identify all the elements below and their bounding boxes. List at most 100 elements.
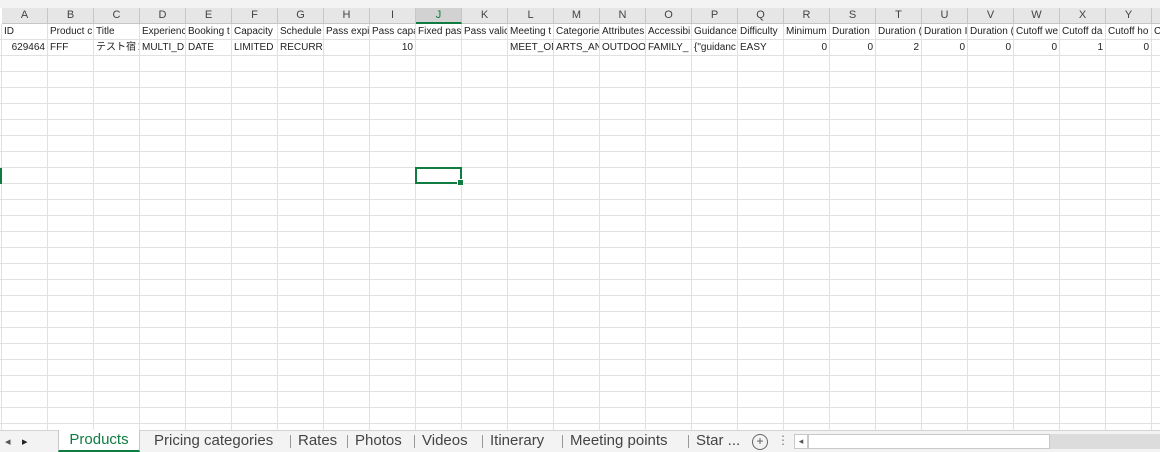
cell-s1[interactable]: Duration bbox=[830, 24, 876, 40]
cell-t1[interactable]: Duration ( bbox=[876, 24, 922, 40]
cell-a2[interactable]: 629464 bbox=[2, 40, 48, 56]
add-sheet-plus-icon[interactable]: + bbox=[752, 434, 768, 450]
cell-o2[interactable]: FAMILY_ bbox=[646, 40, 692, 56]
sheet-tab-itinerary[interactable]: Itinerary bbox=[483, 431, 562, 452]
sheet-tab-pricing-categories[interactable]: Pricing categories bbox=[147, 431, 289, 452]
cell-e1[interactable]: Booking t bbox=[186, 24, 232, 40]
column-header-q[interactable]: Q bbox=[738, 8, 784, 24]
column-header-a[interactable]: A bbox=[2, 8, 48, 24]
column-header-c[interactable]: C bbox=[94, 8, 140, 24]
cell-e2[interactable]: DATE bbox=[186, 40, 232, 56]
column-header-m[interactable]: M bbox=[554, 8, 600, 24]
toolbar-edge bbox=[0, 0, 1160, 8]
column-header-l[interactable]: L bbox=[508, 8, 554, 24]
column-gridline bbox=[1, 24, 2, 430]
cell-v2[interactable]: 0 bbox=[968, 40, 1014, 56]
column-header-k[interactable]: K bbox=[462, 8, 508, 24]
cell-p1[interactable]: Guidance bbox=[692, 24, 738, 40]
cell-l1[interactable]: Meeting t bbox=[508, 24, 554, 40]
column-header-g[interactable]: G bbox=[278, 8, 324, 24]
cell-a1[interactable]: ID bbox=[2, 24, 48, 40]
row-gridline bbox=[0, 359, 1160, 360]
cell-f1[interactable]: Capacity bbox=[232, 24, 278, 40]
cell-n2[interactable]: OUTDOOR, bbox=[600, 40, 646, 56]
more-options-icon[interactable]: ⋮ bbox=[777, 433, 789, 447]
cell-q2[interactable]: EASY bbox=[738, 40, 784, 56]
cell-u1[interactable]: Duration I bbox=[922, 24, 968, 40]
column-header-b[interactable]: B bbox=[48, 8, 94, 24]
column-header-d[interactable]: D bbox=[140, 8, 186, 24]
column-header-n[interactable]: N bbox=[600, 8, 646, 24]
horizontal-scrollbar[interactable] bbox=[808, 434, 1050, 449]
cell-u2[interactable]: 0 bbox=[922, 40, 968, 56]
column-header-r[interactable]: R bbox=[784, 8, 830, 24]
sheet-tab-star[interactable]: Star ... bbox=[689, 431, 756, 452]
prev-sheet-arrow-icon[interactable]: ◂ bbox=[5, 435, 11, 448]
cell-n1[interactable]: Attributes bbox=[600, 24, 646, 40]
cell-c2[interactable]: テスト宿２ bbox=[94, 40, 140, 56]
column-header-s[interactable]: S bbox=[830, 8, 876, 24]
active-cell[interactable] bbox=[415, 167, 464, 186]
sheet-tab-photos[interactable]: Photos bbox=[348, 431, 413, 452]
column-header-o[interactable]: O bbox=[646, 8, 692, 24]
cell-b1[interactable]: Product c bbox=[48, 24, 94, 40]
cell-s2[interactable]: 0 bbox=[830, 40, 876, 56]
column-header-y[interactable]: Y bbox=[1106, 8, 1152, 24]
cell-v1[interactable]: Duration ( bbox=[968, 24, 1014, 40]
cell-j2[interactable] bbox=[416, 40, 462, 56]
cell-w1[interactable]: Cutoff we bbox=[1014, 24, 1060, 40]
column-header-f[interactable]: F bbox=[232, 8, 278, 24]
cell-g1[interactable]: Schedule bbox=[278, 24, 324, 40]
cell-d1[interactable]: Experienc bbox=[140, 24, 186, 40]
next-sheet-arrow-icon[interactable]: ▸ bbox=[22, 435, 28, 448]
cell-d2[interactable]: MULTI_D bbox=[140, 40, 186, 56]
cell-k2[interactable] bbox=[462, 40, 508, 56]
sheet-tab-products[interactable]: Products bbox=[58, 430, 140, 452]
cell-i1[interactable]: Pass capa bbox=[370, 24, 416, 40]
cell-j1[interactable]: Fixed pas bbox=[416, 24, 462, 40]
cell-y1[interactable]: Cutoff ho bbox=[1106, 24, 1152, 40]
cell-b2[interactable]: FFF bbox=[48, 40, 94, 56]
column-gridline bbox=[93, 24, 94, 430]
cell-r2[interactable]: 0 bbox=[784, 40, 830, 56]
sheet-tab-meeting-points[interactable]: Meeting points bbox=[563, 431, 688, 452]
cell-i2[interactable]: 10 bbox=[370, 40, 416, 56]
column-header-t[interactable]: T bbox=[876, 8, 922, 24]
column-header-u[interactable]: U bbox=[922, 8, 968, 24]
cell-x1[interactable]: Cutoff da bbox=[1060, 24, 1106, 40]
cell-f2[interactable]: LIMITED bbox=[232, 40, 278, 56]
sheet-tab-rates[interactable]: Rates bbox=[291, 431, 346, 452]
cell-t2[interactable]: 2 bbox=[876, 40, 922, 56]
cell-h1[interactable]: Pass expi bbox=[324, 24, 370, 40]
row-gridline bbox=[0, 279, 1160, 280]
cell-m1[interactable]: Categorie bbox=[554, 24, 600, 40]
cell-w2[interactable]: 0 bbox=[1014, 40, 1060, 56]
column-header-h[interactable]: H bbox=[324, 8, 370, 24]
cell-c1[interactable]: Title bbox=[94, 24, 140, 40]
column-header-w[interactable]: W bbox=[1014, 8, 1060, 24]
cell-r1[interactable]: Minimum bbox=[784, 24, 830, 40]
scroll-left-arrow-icon[interactable]: ◂ bbox=[794, 434, 808, 449]
sheet-tab-videos[interactable]: Videos bbox=[415, 431, 481, 452]
cell-h2[interactable] bbox=[324, 40, 370, 56]
column-header-e[interactable]: E bbox=[186, 8, 232, 24]
column-gridline bbox=[1013, 24, 1014, 430]
cell-l2[interactable]: MEET_ON bbox=[508, 40, 554, 56]
column-header-j[interactable]: J bbox=[416, 8, 462, 24]
cell-m2[interactable]: ARTS_AN bbox=[554, 40, 600, 56]
cell-o1[interactable]: Accessibi bbox=[646, 24, 692, 40]
column-header-v[interactable]: V bbox=[968, 8, 1014, 24]
column-header-p[interactable]: P bbox=[692, 8, 738, 24]
cell-g2[interactable]: RECURRING bbox=[278, 40, 324, 56]
cell-p2[interactable]: {"guidanc bbox=[692, 40, 738, 56]
cell-x2[interactable]: 1 bbox=[1060, 40, 1106, 56]
column-header-x[interactable]: X bbox=[1060, 8, 1106, 24]
cell-k1[interactable]: Pass valic bbox=[462, 24, 508, 40]
column-gridline bbox=[691, 24, 692, 430]
column-gridline bbox=[461, 24, 462, 430]
spreadsheet-grid[interactable]: ABCDEFGHIJKLMNOPQRSTUVWXY ID Product c Tit… bbox=[0, 0, 1160, 430]
column-header-i[interactable]: I bbox=[370, 8, 416, 24]
cell-q1[interactable]: Difficulty bbox=[738, 24, 784, 40]
cell-y2[interactable]: 0 bbox=[1106, 40, 1152, 56]
tab-separator bbox=[290, 435, 291, 448]
